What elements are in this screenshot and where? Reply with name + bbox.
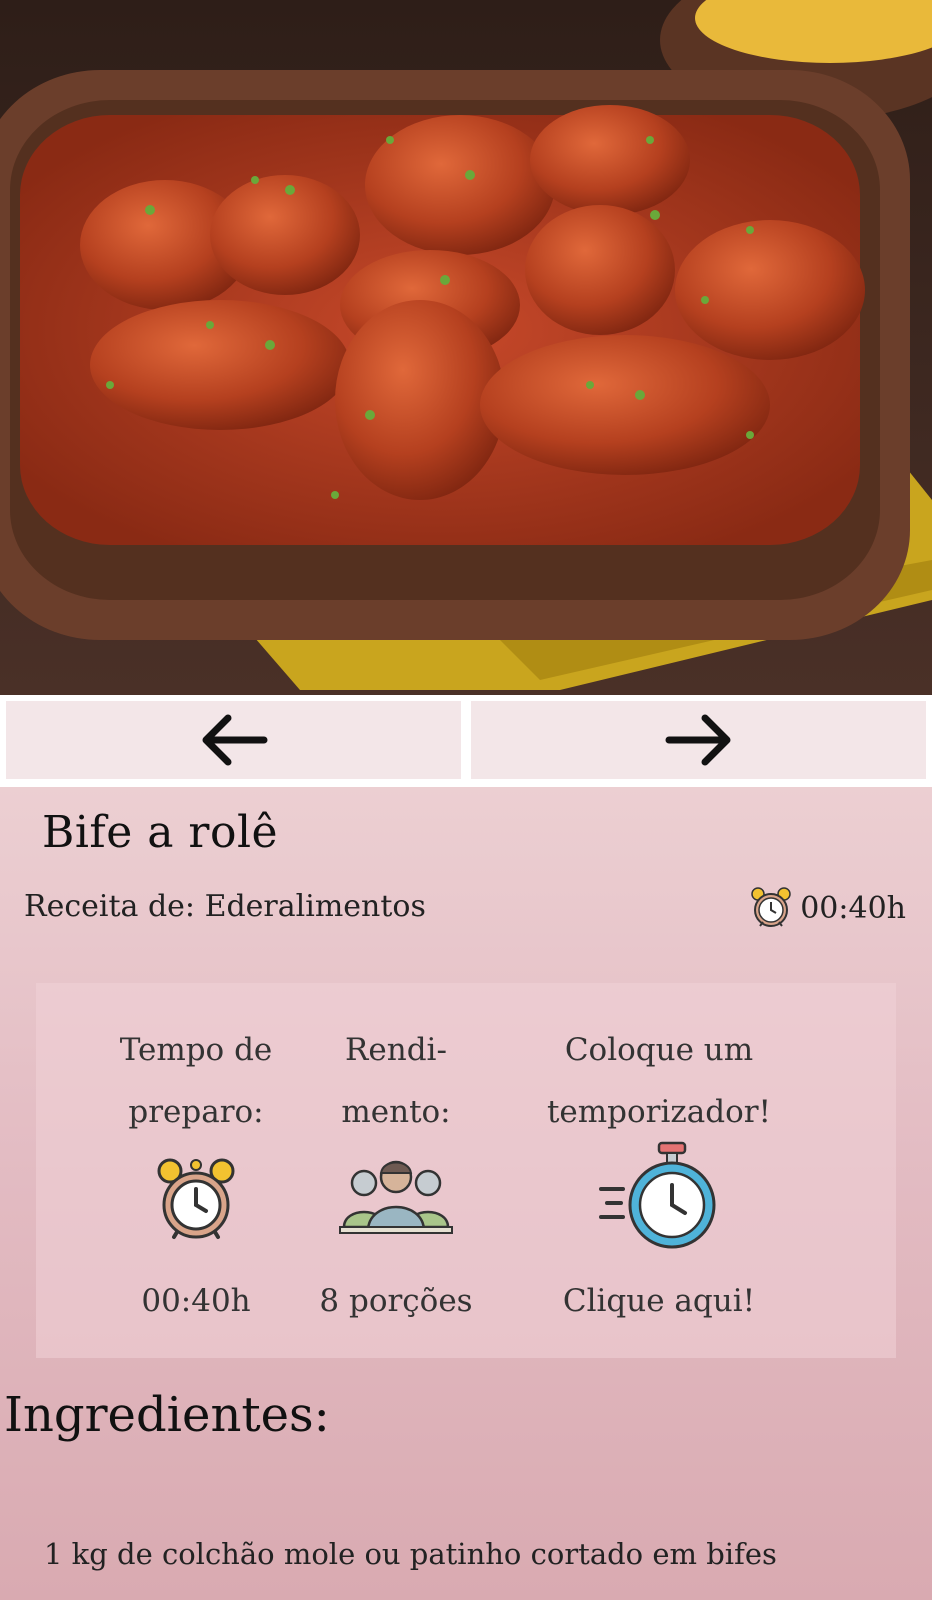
list-item: 1 kg de colchão mole ou patinho cortado … — [44, 1537, 777, 1571]
people-group-icon — [339, 1160, 453, 1234]
arrow-left-icon — [202, 714, 267, 766]
previous-button[interactable] — [6, 701, 461, 779]
stopwatch-icon — [599, 1141, 716, 1249]
time-badge: 00:40h — [748, 885, 906, 931]
timer-action[interactable]: Clique aqui! — [514, 1283, 804, 1319]
prep-time-label: Tempo de preparo: — [119, 1032, 273, 1130]
yield-block: Rendi- mento: 8 porções — [311, 983, 481, 1358]
prep-time-value: 00:40h — [141, 1283, 251, 1319]
recipe-photo — [0, 0, 932, 695]
alarm-clock-icon — [157, 1158, 235, 1239]
alarm-clock-icon — [751, 887, 791, 927]
recipe-navigation — [0, 695, 932, 787]
recipe-details: Bife a rolê Receita de: Ederalimentos 00… — [0, 787, 932, 1600]
prep-time-block: Tempo de preparo: 00:40h — [96, 983, 296, 1358]
info-card: Tempo de preparo: 00:40h Rendi- mento: 8… — [36, 983, 896, 1358]
recipe-author: Receita de: Ederalimentos — [24, 889, 426, 924]
timer-block[interactable]: Coloque um temporizador! Clique aqui! — [514, 983, 804, 1358]
time-badge-value: 00:40h — [800, 890, 906, 926]
recipe-title: Bife a rolê — [42, 807, 279, 858]
yield-label: Rendi- mento: — [341, 1032, 451, 1130]
yield-value: 8 porções — [319, 1283, 473, 1319]
next-button[interactable] — [471, 701, 926, 779]
timer-label: Coloque um temporizador! — [546, 1032, 772, 1130]
ingredients-heading: Ingredientes: — [4, 1387, 330, 1443]
arrow-right-icon — [665, 714, 730, 766]
